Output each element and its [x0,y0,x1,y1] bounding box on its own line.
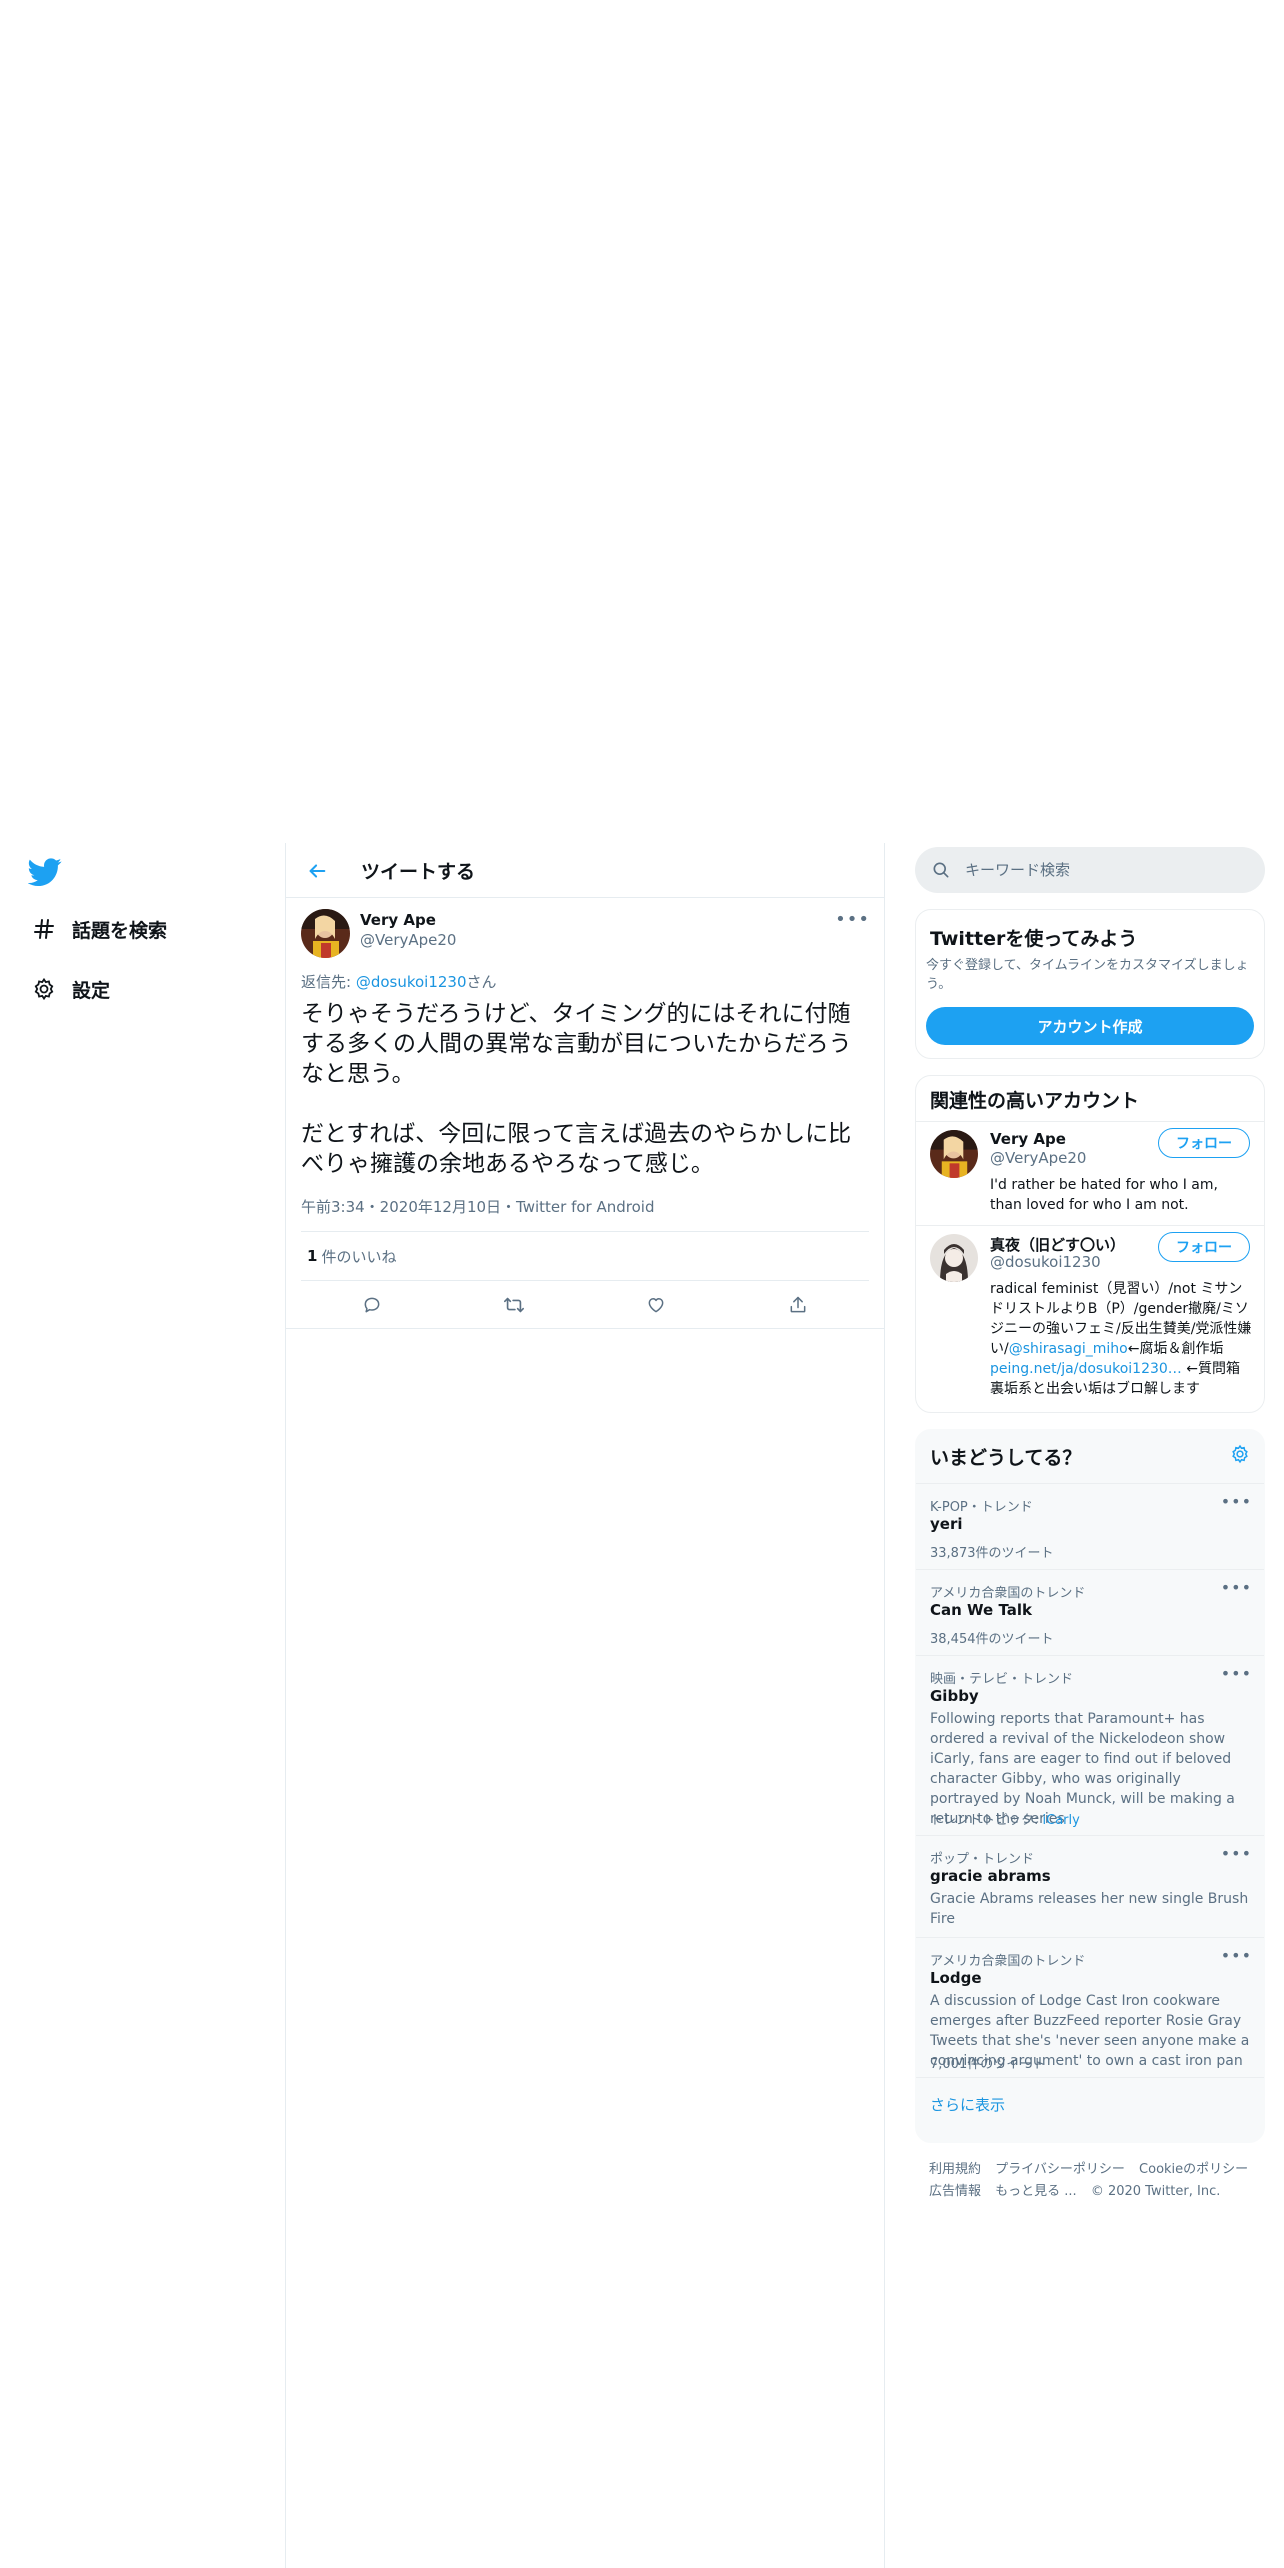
related-account[interactable]: Very Ape @VeryApe20 フォロー I'd rather be h… [916,1121,1264,1225]
trends-card: いまどうしてる？ K-POP・トレンド yeri ••• 33,873件のツイー… [915,1429,1265,2143]
page-title: ツイートする [361,861,476,883]
nav-explore[interactable]: 話題を検索 [26,909,167,949]
like-label: 件のいいね [321,1247,397,1266]
more-options-icon[interactable]: ••• [1221,1664,1252,1683]
footer-link-terms[interactable]: 利用規約 [929,2162,981,2177]
account-name[interactable]: 真夜（旧どす〇い） [990,1234,1125,1255]
trend-topic-label: トレンドトピック: [930,1813,1043,1828]
nav-settings-label: 設定 [72,979,111,1002]
nav-settings[interactable]: 設定 [26,969,110,1009]
tweet-timestamp[interactable]: 午前3:34・2020年12月10日・Twitter for Android [301,1196,654,1217]
trend-topic-link[interactable]: iCarly [1043,1813,1080,1828]
retweet-icon[interactable] [496,1287,532,1323]
nav-explore-label: 話題を検索 [72,919,168,942]
author-handle[interactable]: @VeryApe20 [360,931,456,949]
account-handle[interactable]: @dosukoi1230 [990,1253,1101,1271]
more-options-icon[interactable]: ••• [835,909,870,930]
signup-title: Twitterを使ってみよう [930,928,1138,950]
related-accounts-card: 関連性の高いアカウント Very Ape @VeryApe20 フォロー I'd… [915,1075,1265,1413]
trend-context: アメリカ合衆国のトレンド [930,1586,1086,1601]
create-account-button[interactable]: アカウント作成 [926,1007,1254,1045]
trend-context: ポップ・トレンド [930,1852,1035,1867]
twitter-logo-icon[interactable] [28,855,64,891]
arrow-left-icon [309,864,326,878]
author-avatar[interactable] [301,909,350,958]
tweet-text: そりゃそうだろうけど、タイミング的にはそれに付随する多くの人間の異常な言動が目に… [301,1001,852,1177]
main-column: ツイートする Very Ape @VeryApe20 ••• 返信先: @dos… [285,843,885,2568]
trend-context: アメリカ合衆国のトレンド [930,1954,1086,1969]
signup-card: Twitterを使ってみよう 今すぐ登録して、タイムラインをカスタマイズしましょ… [915,909,1265,1059]
footer-link-cookies[interactable]: Cookieのポリシー [1139,2162,1248,2177]
trend-context: K-POP・トレンド [930,1500,1033,1515]
trend-item[interactable]: アメリカ合衆国のトレンド Lodge ••• A discussion of L… [916,1937,1264,2077]
follow-button[interactable]: フォロー [1158,1232,1250,1262]
trend-name: Can We Talk [930,1601,1032,1619]
like-count: 1 [307,1247,318,1265]
tweet-actions [301,1281,869,1329]
trend-count: 7,001件のツイート [930,2057,1046,2072]
show-more-label: さらに表示 [930,2096,1006,2114]
search-box[interactable] [915,847,1265,893]
account-handle[interactable]: @VeryApe20 [990,1149,1086,1167]
reply-prefix: 返信先: [301,973,356,991]
follow-button[interactable]: フォロー [1158,1128,1250,1158]
trend-item[interactable]: アメリカ合衆国のトレンド Can We Talk ••• 38,454件のツイー… [916,1569,1264,1655]
trends-title: いまどうしてる？ [930,1447,1082,1469]
trend-name: gracie abrams [930,1867,1051,1885]
reply-context: 返信先: @dosukoi1230さん [301,971,497,992]
more-options-icon[interactable]: ••• [1221,1492,1252,1511]
related-title: 関連性の高いアカウント [930,1090,1140,1112]
account-avatar[interactable] [930,1234,978,1282]
footer-link-privacy[interactable]: プライバシーポリシー [995,2162,1125,2177]
back-button[interactable] [300,854,334,888]
like-icon[interactable] [638,1287,674,1323]
bio-text: ←腐垢＆創作垢 [1127,1341,1224,1357]
account-bio: radical feminist（見習い）/not ミサンドリストルよりB（P）… [990,1279,1252,1399]
trends-settings-gear-icon[interactable] [1230,1444,1250,1464]
trend-item[interactable]: K-POP・トレンド yeri ••• 33,873件のツイート [916,1483,1264,1569]
search-icon [933,862,949,878]
account-name[interactable]: Very Ape [990,1130,1066,1148]
gear-icon [26,971,62,1007]
show-more-link[interactable]: さらに表示 [916,2077,1264,2127]
account-bio: I'd rather be hated for who I am, than l… [990,1177,1218,1213]
account-avatar[interactable] [930,1130,978,1178]
more-options-icon[interactable]: ••• [1221,1844,1252,1863]
trend-description: Gracie Abrams releases her new single Br… [930,1891,1249,1927]
likes-row[interactable]: 1 件のいいね [301,1231,869,1281]
footer-link-ads[interactable]: 広告情報 [929,2184,981,2199]
reply-icon[interactable] [354,1287,390,1323]
related-account[interactable]: 真夜（旧どす〇い） @dosukoi1230 フォロー radical femi… [916,1225,1264,1412]
hashtag-icon [26,911,62,947]
trend-count: 33,873件のツイート [930,1546,1054,1561]
trend-name: Lodge [930,1969,982,1987]
trend-name: Gibby [930,1687,979,1705]
trend-context: 映画・テレビ・トレンド [930,1672,1074,1687]
reply-to-link[interactable]: @dosukoi1230 [356,973,467,991]
bio-mention-link[interactable]: @shirasagi_miho [1009,1341,1128,1357]
search-input[interactable] [965,847,1245,893]
trend-item[interactable]: 映画・テレビ・トレンド Gibby ••• Following reports … [916,1655,1264,1835]
trend-topic: トレンドトピック: iCarly [930,1809,1080,1828]
footer-link-more[interactable]: もっと見る ... [995,2184,1077,2199]
more-options-icon[interactable]: ••• [1221,1946,1252,1965]
trend-count: 38,454件のツイート [930,1632,1054,1647]
main-header: ツイートする [286,843,884,898]
footer-copyright: © 2020 Twitter, Inc. [1090,2184,1221,2199]
author-name[interactable]: Very Ape [360,911,436,929]
footer: 利用規約 プライバシーポリシー Cookieのポリシー 広告情報 もっと見る .… [929,2159,1259,2203]
share-icon[interactable] [780,1287,816,1323]
tweet: Very Ape @VeryApe20 ••• 返信先: @dosukoi123… [286,899,884,1329]
signup-description: 今すぐ登録して、タイムラインをカスタマイズしましょう。 [926,958,1249,992]
bio-url-link[interactable]: peing.net/ja/dosukoi1230… [990,1361,1182,1377]
trend-name: yeri [930,1515,963,1533]
more-options-icon[interactable]: ••• [1221,1578,1252,1597]
reply-suffix: さん [466,973,497,991]
trend-item[interactable]: ポップ・トレンド gracie abrams ••• Gracie Abrams… [916,1835,1264,1937]
